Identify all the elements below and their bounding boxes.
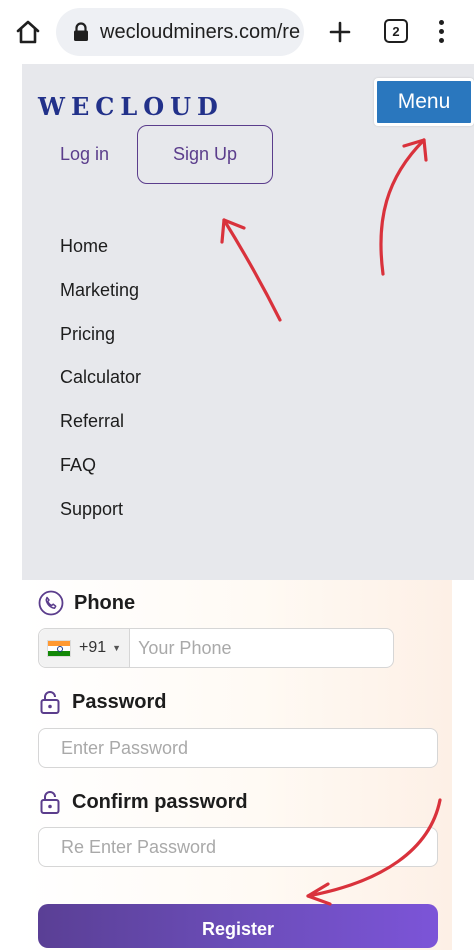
- password-field: [38, 728, 438, 768]
- confirm-password-label: Confirm password: [72, 790, 248, 813]
- confirm-password-field: [38, 827, 438, 867]
- padlock-icon: [40, 791, 60, 814]
- register-label: Register: [201, 918, 275, 939]
- password-label: Password: [72, 690, 167, 713]
- nav-item-pricing[interactable]: Pricing: [60, 324, 141, 368]
- url-text: wecloudminers.com/re: [100, 20, 301, 43]
- phone-label: Phone: [74, 591, 136, 614]
- home-icon[interactable]: [14, 18, 42, 46]
- nav-item-home[interactable]: Home: [60, 236, 141, 280]
- confirm-password-input[interactable]: [39, 828, 437, 866]
- plus-icon[interactable]: [326, 18, 354, 46]
- password-label-row: Password: [38, 689, 166, 715]
- nav-item-calculator[interactable]: Calculator: [60, 367, 141, 411]
- signup-label: Sign Up: [172, 144, 238, 164]
- phone-label-row: Phone: [38, 590, 135, 616]
- tabs-icon[interactable]: 2: [384, 19, 408, 43]
- login-link[interactable]: Log in: [60, 144, 109, 165]
- menu-button[interactable]: Menu: [374, 78, 474, 126]
- caret-down-icon: ▼: [112, 643, 122, 653]
- nav-menu-panel: WECLOUD Log in Sign Up Home Marketing Pr…: [22, 64, 474, 580]
- site-logo[interactable]: WECLOUD: [38, 92, 224, 121]
- menu-button-label: Menu: [397, 90, 451, 113]
- country-code-select[interactable]: +91 ▼: [39, 629, 131, 667]
- phone-icon: [38, 590, 64, 616]
- register-button[interactable]: Register: [38, 904, 438, 948]
- phone-input[interactable]: [138, 637, 369, 659]
- india-flag-icon: [47, 639, 71, 657]
- nav-item-support[interactable]: Support: [60, 499, 141, 543]
- more-vert-icon[interactable]: [432, 18, 452, 46]
- address-bar[interactable]: wecloudminers.com/re: [56, 8, 304, 56]
- confirm-password-label-row: Confirm password: [38, 789, 248, 815]
- tab-count: 2: [392, 23, 400, 39]
- nav-item-referral[interactable]: Referral: [60, 411, 141, 455]
- phone-field: +91 ▼: [38, 628, 394, 668]
- padlock-icon: [40, 691, 60, 714]
- nav-item-faq[interactable]: FAQ: [60, 455, 141, 499]
- country-dial-code: +91: [79, 639, 107, 656]
- lock-icon[interactable]: [72, 22, 90, 42]
- page: wecloudminers.com/re 2 Phone +91 ▼ Your …: [0, 0, 474, 950]
- nav-item-marketing[interactable]: Marketing: [60, 280, 141, 324]
- browser-toolbar: wecloudminers.com/re 2: [0, 0, 474, 64]
- nav-list: Home Marketing Pricing Calculator Referr…: [60, 236, 141, 543]
- password-input[interactable]: [39, 729, 437, 767]
- signup-button[interactable]: Sign Up: [137, 125, 273, 184]
